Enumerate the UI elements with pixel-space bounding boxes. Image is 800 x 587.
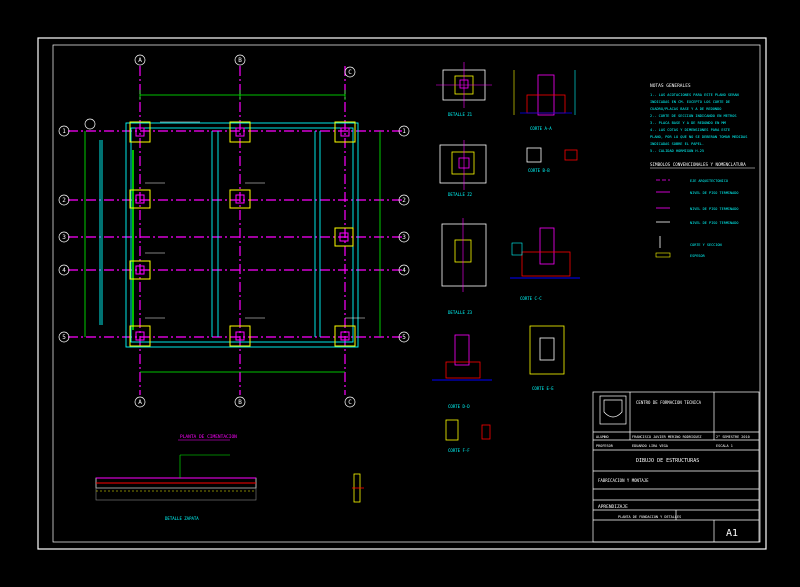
axis-label-c-top: C [348,69,352,76]
detail-z2-label: DETALLE Z2 [448,192,473,197]
north-arrow-icon [84,118,96,130]
student-label: ALUMNO [596,435,609,439]
plan-title: PLANTA DE CIMENTACION [180,434,237,440]
symbols-title: SIMBOLOS CONVENCIONALES Y NOMENCLATURA [650,162,746,167]
institution-name: CENTRO DE FORMACION TECNICA [636,400,702,405]
axis-label-3-left: 3 [62,234,66,241]
axis-label-c-bottom: C [348,399,352,406]
symbol-espesor: ESPESOR [690,254,706,258]
corte-a-label: CORTE A-A [530,126,552,131]
axis-label-b-top: B [238,57,242,64]
symbol-corte: CORTE Y SECCION [690,243,722,247]
detalle-zapata-label: DETALLE ZAPATA [165,516,199,521]
note-line-3: CUADRO/PLACAS BASE Y A DE REDONDO [650,107,721,111]
note-line-4: 2.- CORTE DE SECCION INDICANDO EN METROS [650,114,737,118]
foundation-plan: A B C A B C 1 2 3 4 5 1 2 3 4 5 PLANTA D… [58,54,410,441]
axis-label-5-left: 5 [62,334,66,341]
professor-name: EDUARDO LIRA VEGA [632,444,669,448]
notes-title: NOTAS GENERALES [650,83,691,89]
inner-border [52,44,761,543]
general-notes: NOTAS GENERALES 1.- LAS ACOTACIONES PARA… [650,83,755,258]
axis-label-4-left: 4 [62,267,66,274]
corte-b-label: CORTE B-B [528,168,550,173]
axis-label-b-bottom: B [238,399,242,406]
note-line-5: 3.- PLACA BASE Y A DE REDONDO EN MM [650,121,727,125]
student-name: FRANCISCO JAVIER MERINO RODRIGUEZ [632,435,702,439]
note-line-6: 4.- LAS COTAS Y DIMENSIONES PARA ESTE [650,128,730,132]
note-line-8: INDICADAS SOBRE EL PAPEL. [650,142,704,146]
corte-e-label: CORTE E-E [532,386,554,391]
note-line-2: INDICADAS EN CM. EXCEPTO LOS CORTE DE [650,100,730,104]
professor-label: PROFESOR [596,444,614,448]
axis-label-1-right: 1 [402,128,406,135]
detail-z1-label: DETALLE Z1 [448,112,473,117]
axis-label-a-bottom: A [138,399,142,406]
cad-drawing-sheet: A B C A B C 1 2 3 4 5 1 2 3 4 5 PLANTA D… [37,37,767,550]
corte-d-label: CORTE D-D [448,404,470,409]
axis-label-a-top: A [138,57,142,64]
axis-label-4-right: 4 [402,267,406,274]
corte-c-label: CORTE C-C [520,296,542,301]
axis-label-3-right: 3 [402,234,406,241]
program: APRENDIZAJE [598,504,628,510]
axis-label-2-right: 2 [402,197,406,204]
symbol-npt-3: NIVEL DE PISO TERMINADO [690,221,738,225]
axis-label-1-left: 1 [62,128,66,135]
axis-label-2-left: 2 [62,197,66,204]
drawing-type: DIBUJO DE ESTRUCTURAS [636,458,699,464]
symbol-eje: EJE ARQUITECTONICO [690,179,728,183]
detail-z3-label: DETALLE Z3 [448,310,473,315]
note-line-7: PLANO, POR LO QUE NO SE DEBERAN TOMAR ME… [650,135,747,139]
corte-f-label: CORTE F-F [448,448,470,453]
sheet-size: A1 [726,528,738,539]
semester: 2° SEMESTRE 2010 [716,435,750,439]
subject: FABRICACION Y MONTAJE [598,478,649,483]
note-line-1: 1.- LAS ACOTACIONES PARA ESTE PLANO SERA… [650,93,739,97]
symbol-npt-1: NIVEL DE PISO TERMINADO [690,191,738,195]
sheet-title: PLANTA DE FUNDACION Y DETALLES [618,515,681,519]
title-block [592,391,760,543]
axis-label-5-right: 5 [402,334,406,341]
symbol-npt-2: NIVEL DE PISO TERMINADO [690,207,738,211]
scale: ESCALA 1 [716,444,733,448]
note-line-9: 5.- CALIDAD HORMIGON H-25 [650,149,704,153]
